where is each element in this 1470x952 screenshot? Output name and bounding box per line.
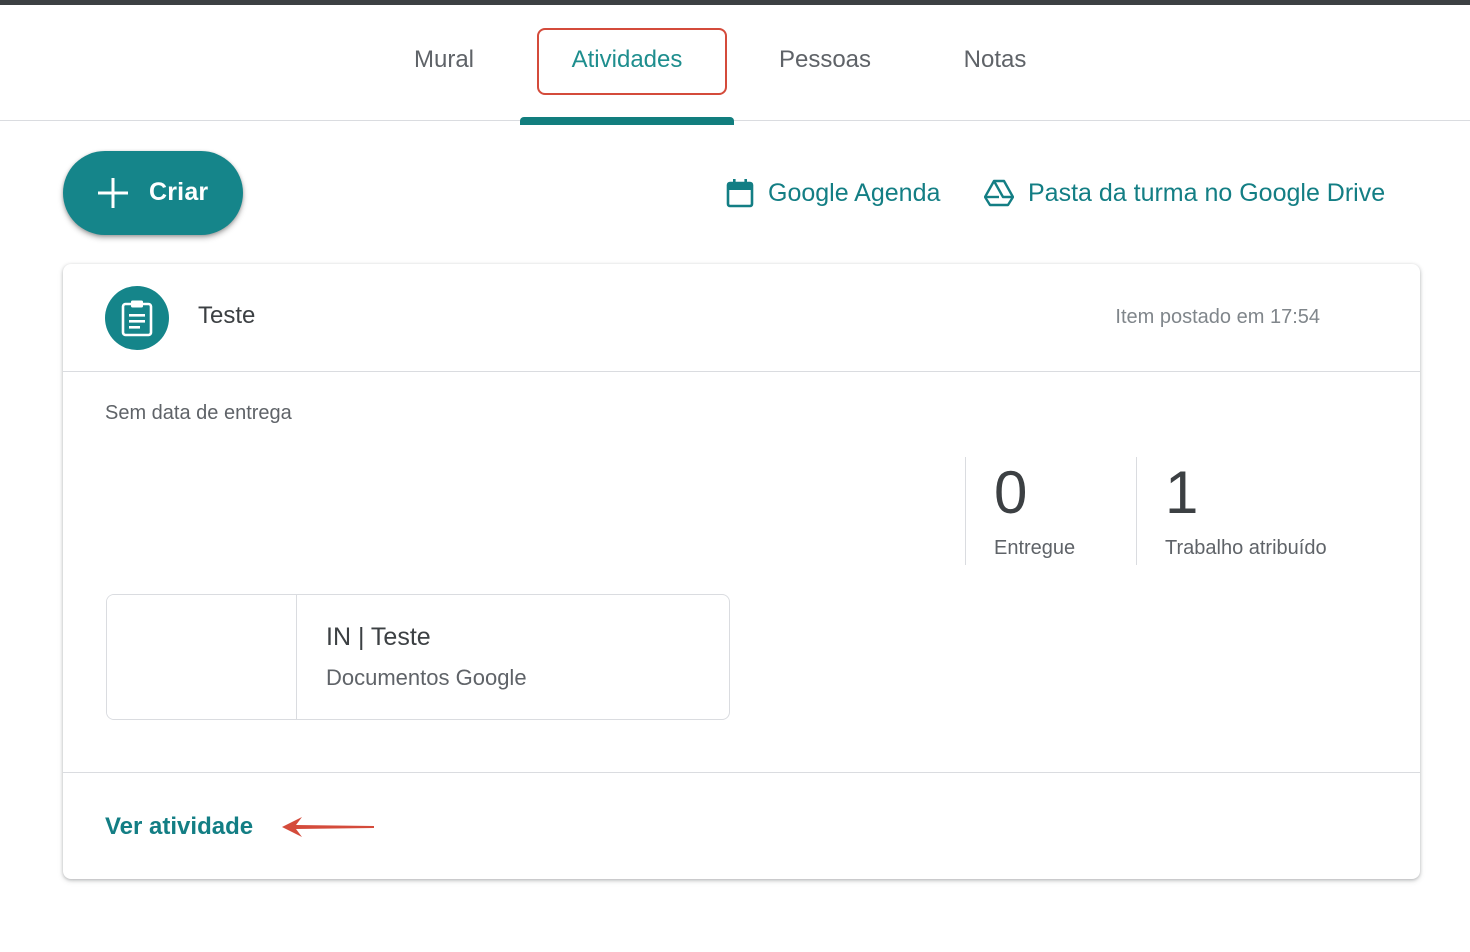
drive-folder-label: Pasta da turma no Google Drive	[1028, 178, 1386, 207]
due-date: Sem data de entrega	[105, 402, 292, 424]
drive-icon	[984, 179, 1014, 207]
active-tab-indicator	[520, 117, 734, 125]
create-button-label: Criar	[149, 178, 209, 206]
card-footer: Ver atividade	[63, 772, 1420, 880]
tab-notas-label: Notas	[963, 45, 1027, 73]
attachment-type: Documentos Google	[326, 665, 527, 690]
create-button[interactable]: Criar	[63, 151, 243, 235]
tab-atividades[interactable]: Atividades	[540, 5, 714, 120]
tab-atividades-label: Atividades	[571, 45, 683, 73]
google-calendar-label: Google Agenda	[768, 178, 941, 207]
attachment-card[interactable]: IN | Teste Documentos Google	[106, 594, 730, 720]
plus-icon	[98, 178, 128, 208]
tab-mural-label: Mural	[413, 45, 474, 73]
stat-turned-in-label: Entregue	[994, 537, 1076, 559]
attachment-thumbnail	[107, 595, 297, 719]
tab-mural[interactable]: Mural	[392, 5, 496, 120]
posted-time: Item postado em 17:54	[1115, 306, 1320, 328]
tab-pessoas-label: Pessoas	[778, 45, 872, 73]
attachment-title: IN | Teste	[326, 623, 431, 651]
google-calendar-link[interactable]: Google Agenda	[726, 176, 940, 210]
stat-turned-in[interactable]: 0 Entregue	[965, 457, 1137, 565]
class-tabs: Mural Atividades Pessoas Notas	[0, 5, 1470, 125]
drive-folder-link[interactable]: Pasta da turma no Google Drive	[984, 176, 1385, 210]
assignment-card: Teste Item postado em 17:54 Sem data de …	[63, 264, 1420, 879]
view-assignment-link[interactable]: Ver atividade	[105, 813, 253, 841]
stat-assigned-value: 1	[1165, 459, 1199, 526]
assignment-icon	[105, 286, 169, 350]
stat-assigned-label: Trabalho atribuído	[1165, 537, 1327, 559]
calendar-icon	[726, 179, 754, 208]
assignment-title: Teste	[198, 302, 256, 329]
tab-notas[interactable]: Notas	[944, 5, 1046, 120]
stat-turned-in-value: 0	[994, 459, 1028, 526]
stat-assigned[interactable]: 1 Trabalho atribuído	[1136, 457, 1376, 565]
tab-pessoas[interactable]: Pessoas	[760, 5, 890, 120]
assignment-header[interactable]: Teste Item postado em 17:54	[63, 264, 1420, 372]
